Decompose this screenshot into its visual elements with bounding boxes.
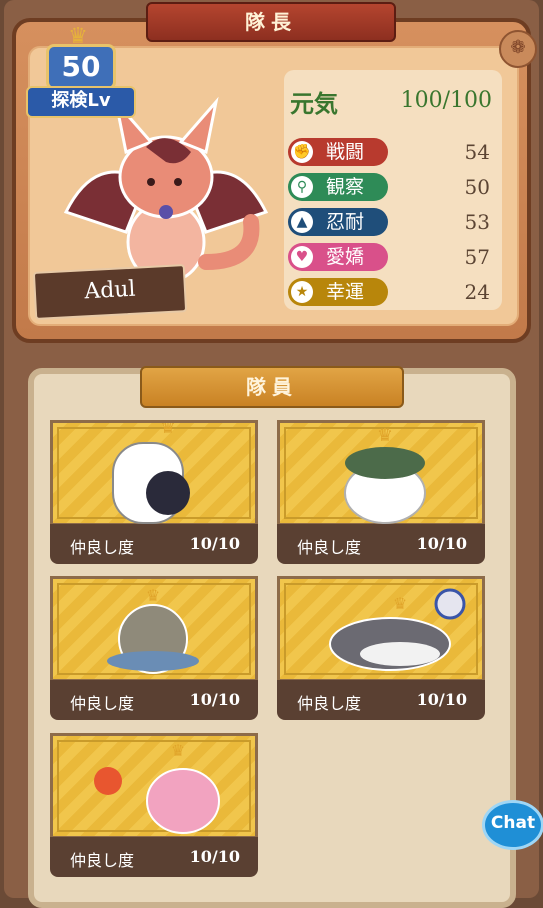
leader-character-art bbox=[56, 92, 276, 292]
member-info-bar: 仲良し度 10/10 bbox=[277, 680, 485, 720]
member-card-robot[interactable]: ♛ 仲良し度 10/10 bbox=[50, 420, 258, 564]
stats-panel: 元気 100/100 ✊ 戦闘 54 ⚲ 観察 50 ▲ 忍耐 53 ♥ 愛嬌 … bbox=[284, 70, 502, 310]
stamina-value: 100/100 bbox=[400, 88, 492, 113]
stat-label: 愛嬌 bbox=[326, 246, 365, 268]
member-card-cat[interactable]: ♛ 仲良し度 10/10 bbox=[50, 576, 258, 720]
flame-icon: ▲ bbox=[291, 211, 313, 233]
chat-button[interactable]: Chat bbox=[482, 800, 543, 850]
stat-label: 戦闘 bbox=[326, 141, 365, 163]
member-portrait: ♛ bbox=[50, 420, 258, 526]
friendship-value: 10/10 bbox=[189, 534, 240, 553]
star-icon: ★ bbox=[291, 281, 313, 303]
stat-value: 57 bbox=[464, 245, 490, 269]
paw-icon: ❁ bbox=[510, 37, 526, 58]
svg-text:♛: ♛ bbox=[160, 423, 176, 438]
stat-pill: ♥ 愛嬌 bbox=[288, 243, 388, 271]
member-card-shark[interactable]: ♛ 仲良し度 10/10 bbox=[277, 576, 485, 720]
member-card-dragon[interactable]: ♛ 仲良し度 10/10 bbox=[50, 733, 258, 877]
friendship-value: 10/10 bbox=[189, 847, 240, 866]
stat-row-charm: ♥ 愛嬌 57 bbox=[288, 243, 498, 273]
svg-text:♛: ♛ bbox=[171, 741, 185, 760]
svg-text:♛: ♛ bbox=[146, 586, 160, 605]
level-label: 探検Lv bbox=[26, 86, 136, 118]
friendship-label: 仲良し度 bbox=[297, 694, 362, 713]
friendship-value: 10/10 bbox=[416, 690, 467, 709]
friendship-value: 10/10 bbox=[416, 534, 467, 553]
member-portrait: ♛ bbox=[50, 733, 258, 839]
leader-name: Adul bbox=[32, 264, 188, 320]
paw-button[interactable]: ❁ bbox=[499, 30, 537, 68]
svg-text:♛: ♛ bbox=[377, 425, 393, 446]
member-card-bird[interactable]: ♛ 仲良し度 10/10 bbox=[277, 420, 485, 564]
stat-value: 54 bbox=[464, 140, 490, 164]
stat-row-luck: ★ 幸運 24 bbox=[288, 278, 498, 308]
svg-text:♛: ♛ bbox=[393, 594, 407, 613]
magnifier-icon: ⚲ bbox=[291, 176, 313, 198]
fist-icon: ✊ bbox=[291, 141, 313, 163]
stat-label: 観察 bbox=[326, 176, 365, 198]
stat-value: 50 bbox=[464, 175, 490, 199]
level-number: 50 bbox=[46, 44, 116, 90]
member-portrait: ♛ bbox=[277, 576, 485, 682]
member-info-bar: 仲良し度 10/10 bbox=[50, 524, 258, 564]
stat-pill: ⚲ 観察 bbox=[288, 173, 388, 201]
leader-title: 隊長 bbox=[146, 2, 396, 42]
heart-icon: ♥ bbox=[291, 246, 313, 268]
crown-icon: ♛ bbox=[68, 24, 88, 49]
stat-label: 忍耐 bbox=[326, 211, 365, 233]
level-badge: ♛ 50 探検Lv bbox=[10, 14, 136, 118]
stat-row-observe: ⚲ 観察 50 bbox=[288, 173, 498, 203]
friendship-label: 仲良し度 bbox=[297, 538, 362, 557]
stamina-label: 元気 bbox=[290, 89, 338, 118]
stat-value: 53 bbox=[464, 210, 490, 234]
member-info-bar: 仲良し度 10/10 bbox=[50, 837, 258, 877]
stat-pill: ★ 幸運 bbox=[288, 278, 388, 306]
friendship-label: 仲良し度 bbox=[70, 851, 135, 870]
stat-label: 幸運 bbox=[326, 281, 365, 303]
stat-pill: ▲ 忍耐 bbox=[288, 208, 388, 236]
stat-pill: ✊ 戦闘 bbox=[288, 138, 388, 166]
stat-value: 24 bbox=[464, 280, 490, 304]
member-portrait: ♛ bbox=[277, 420, 485, 526]
stat-row-battle: ✊ 戦闘 54 bbox=[288, 138, 498, 168]
member-portrait: ♛ bbox=[50, 576, 258, 682]
friendship-value: 10/10 bbox=[189, 690, 240, 709]
friendship-label: 仲良し度 bbox=[70, 694, 135, 713]
stat-row-patience: ▲ 忍耐 53 bbox=[288, 208, 498, 238]
member-info-bar: 仲良し度 10/10 bbox=[277, 524, 485, 564]
members-title: 隊員 bbox=[140, 366, 404, 408]
member-info-bar: 仲良し度 10/10 bbox=[50, 680, 258, 720]
friendship-label: 仲良し度 bbox=[70, 538, 135, 557]
